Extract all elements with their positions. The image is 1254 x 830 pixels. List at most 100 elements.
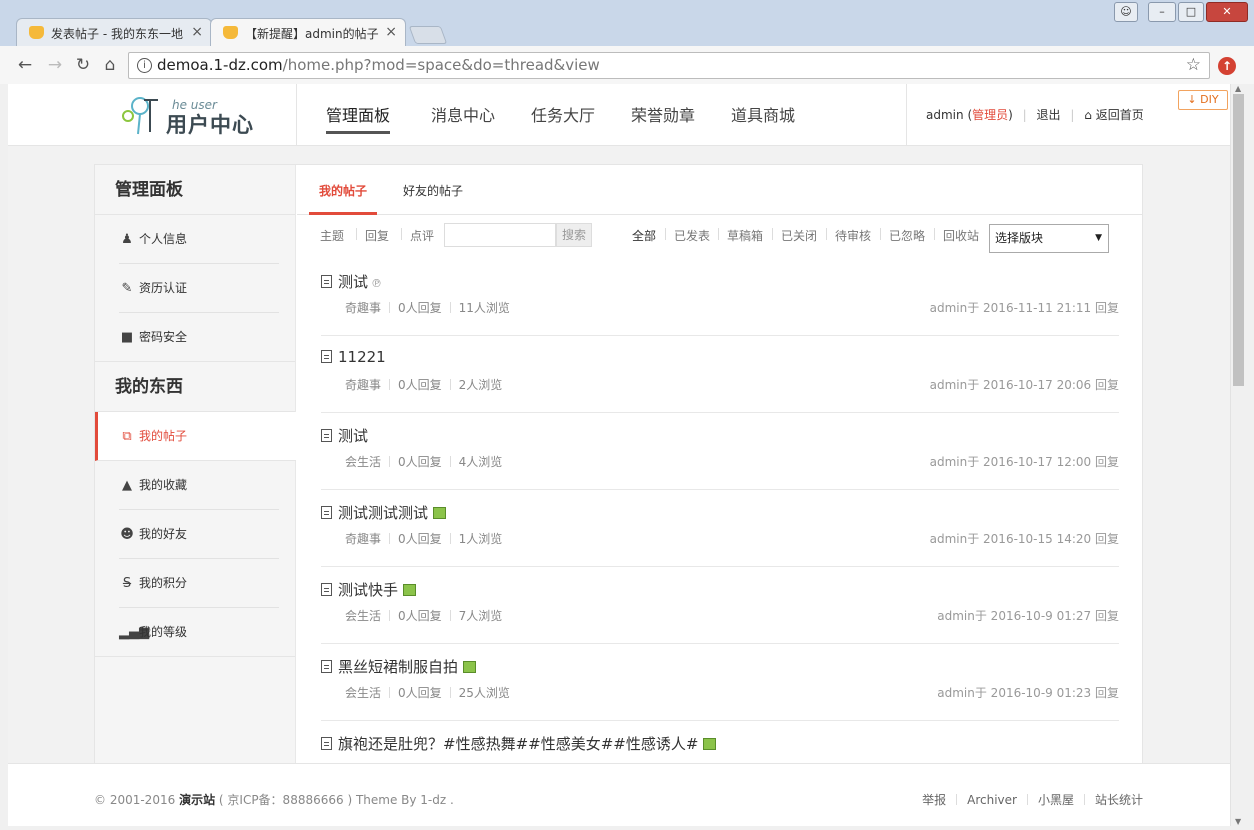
document-icon bbox=[321, 350, 332, 363]
tab-my-threads[interactable]: 我的帖子 bbox=[319, 182, 367, 199]
document-icon bbox=[321, 737, 332, 750]
new-tab-button[interactable] bbox=[408, 26, 448, 44]
sidebar-section-mystuff: 我的东西 bbox=[95, 362, 295, 412]
sidebar-item-password[interactable]: ■ 密码安全 bbox=[95, 313, 295, 362]
thread-title[interactable]: 旗袍还是肚兜？#性感热舞##性感美女##性感诱人# bbox=[321, 733, 717, 754]
search-input[interactable] bbox=[444, 223, 556, 247]
sidebar-item-friends[interactable]: ☻ 我的好友 bbox=[95, 510, 295, 559]
diy-button[interactable]: ↓ DIY bbox=[1178, 90, 1228, 110]
browser-tab-2[interactable]: 【新提醒】admin的帖子 × bbox=[210, 18, 406, 46]
thread-forum[interactable]: 奇趣事 bbox=[345, 532, 381, 546]
footer-link-report[interactable]: 举报 bbox=[922, 793, 946, 807]
close-tab-icon[interactable]: × bbox=[385, 24, 397, 40]
status-pending[interactable]: 待审核 bbox=[835, 227, 871, 244]
folder-open-icon: ▲ bbox=[122, 478, 132, 493]
filter-comment[interactable]: 点评 bbox=[410, 227, 434, 244]
thread-meta: 会生活 0人回复 4人浏览 bbox=[345, 455, 503, 469]
thread-row: 11221 奇趣事 0人回复 2人浏览 admin于 2016-10-17 20:0… bbox=[321, 336, 1119, 413]
scroll-down-icon[interactable]: ▼ bbox=[1235, 817, 1241, 826]
strike-icon: S̶ bbox=[122, 576, 132, 591]
filter-topic[interactable]: 主题 bbox=[320, 227, 344, 244]
thread-title[interactable]: 11221 bbox=[321, 348, 386, 366]
filter-reply[interactable]: 回复 bbox=[365, 227, 389, 244]
sidebar-item-level[interactable]: ▂▄▆我的等级 bbox=[95, 608, 295, 657]
thread-title[interactable]: 测试 bbox=[321, 425, 368, 446]
bookmark-star-icon[interactable]: ☆ bbox=[1186, 53, 1201, 78]
footer-link-archiver[interactable]: Archiver bbox=[967, 793, 1017, 807]
thread-title[interactable]: 测试快手 bbox=[321, 579, 417, 600]
thread-meta: 会生活 0人回复 25人浏览 bbox=[345, 686, 510, 700]
document-icon bbox=[321, 506, 332, 519]
thread-title[interactable]: 测试测试测试 bbox=[321, 502, 447, 523]
user-bar: admin (管理员) | 退出 | ⌂ 返回首页 bbox=[926, 108, 1144, 122]
filter-bar: 主题 回复 点评 搜索 全部 已发表 草稿箱 已关闭 待审核 已忽略 回收站 选… bbox=[297, 215, 1143, 259]
forward-icon[interactable]: → bbox=[44, 54, 66, 76]
thread-row: 黑丝短裙制服自拍 会生活 0人回复 25人浏览 admin于 2016-10-9 0… bbox=[321, 644, 1119, 721]
scroll-thumb[interactable] bbox=[1233, 94, 1244, 386]
close-tab-icon[interactable]: × bbox=[191, 24, 203, 40]
thread-last-reply[interactable]: admin于 2016-10-17 12:00 回复 bbox=[930, 453, 1119, 470]
nav-tasks[interactable]: 任务大厅 bbox=[531, 102, 595, 126]
browser-tab-1[interactable]: 发表帖子 - 我的东东一地 × bbox=[16, 18, 212, 46]
tab-title: 发表帖子 - 我的东东一地 bbox=[51, 27, 183, 41]
down-arrow-icon: ↓ bbox=[1187, 93, 1197, 106]
thread-forum[interactable]: 奇趣事 bbox=[345, 378, 381, 392]
document-icon bbox=[321, 429, 332, 442]
back-home-link[interactable]: 返回首页 bbox=[1096, 108, 1144, 122]
nav-messages[interactable]: 消息中心 bbox=[431, 102, 495, 126]
thread-last-reply[interactable]: admin于 2016-10-9 01:23 回复 bbox=[937, 684, 1119, 701]
scroll-up-icon[interactable]: ▲ bbox=[1235, 84, 1241, 93]
logo[interactable]: he user 用户中心 bbox=[116, 94, 276, 137]
sidebar-item-favorites[interactable]: ▲ 我的收藏 bbox=[95, 461, 295, 510]
nav-shop[interactable]: 道具商城 bbox=[731, 102, 795, 126]
status-closed[interactable]: 已关闭 bbox=[781, 227, 817, 244]
thread-last-reply[interactable]: admin于 2016-10-15 14:20 回复 bbox=[930, 530, 1119, 547]
minimize-button[interactable]: – bbox=[1148, 2, 1176, 22]
thread-forum[interactable]: 会生活 bbox=[345, 455, 381, 469]
thread-title[interactable]: 黑丝短裙制服自拍 bbox=[321, 656, 477, 677]
home-icon[interactable]: ⌂ bbox=[99, 54, 121, 76]
user-role[interactable]: 管理员 bbox=[972, 108, 1008, 122]
thread-last-reply[interactable]: admin于 2016-11-11 21:11 回复 bbox=[930, 299, 1119, 316]
address-bar[interactable]: i demoa.1-dz.com/home.php?mod=space&do=t… bbox=[128, 52, 1210, 79]
thread-row: 测试测试测试 奇趣事 0人回复 1人浏览 admin于 2016-10-15 14:… bbox=[321, 490, 1119, 567]
thread-meta: 奇趣事 0人回复 2人浏览 bbox=[345, 378, 503, 392]
thread-forum[interactable]: 会生活 bbox=[345, 609, 381, 623]
username-link[interactable]: admin bbox=[926, 108, 964, 122]
logout-link[interactable]: 退出 bbox=[1037, 108, 1061, 122]
status-all[interactable]: 全部 bbox=[632, 227, 656, 244]
status-trash[interactable]: 回收站 bbox=[943, 227, 979, 244]
status-ignored[interactable]: 已忽略 bbox=[889, 227, 925, 244]
page-scrollbar[interactable]: ▲ ▼ bbox=[1230, 84, 1246, 826]
thread-row: 测试 ℗ 奇趣事 0人回复 11人浏览 admin于 2016-11-11 21:11… bbox=[321, 259, 1119, 336]
status-drafts[interactable]: 草稿箱 bbox=[727, 227, 763, 244]
url-host: demoa.1-dz.com bbox=[157, 56, 283, 74]
back-icon[interactable]: ← bbox=[14, 54, 36, 76]
sidebar-item-certification[interactable]: ✎ 资历认证 bbox=[95, 264, 295, 313]
info-icon[interactable]: i bbox=[137, 58, 152, 73]
extension-icon[interactable]: ↑ bbox=[1218, 57, 1236, 75]
copy-icon: ⧉ bbox=[122, 429, 132, 444]
thread-title[interactable]: 测试 ℗ bbox=[321, 271, 382, 292]
forum-select[interactable]: 选择版块 ▼ bbox=[989, 224, 1109, 253]
reload-icon[interactable]: ↻ bbox=[72, 54, 94, 76]
thread-tabs: 我的帖子 好友的帖子 bbox=[297, 165, 1143, 215]
sidebar-item-credits[interactable]: S̶ 我的积分 bbox=[95, 559, 295, 608]
thread-forum[interactable]: 会生活 bbox=[345, 686, 381, 700]
close-window-button[interactable]: ✕ bbox=[1206, 2, 1248, 22]
footer-link-blacklist[interactable]: 小黑屋 bbox=[1038, 793, 1074, 807]
thread-last-reply[interactable]: admin于 2016-10-9 01:27 回复 bbox=[937, 607, 1119, 624]
nav-medals[interactable]: 荣誉勋章 bbox=[631, 102, 695, 126]
sidebar-item-my-threads[interactable]: ⧉ 我的帖子 bbox=[95, 412, 296, 461]
restore-button[interactable]: □ bbox=[1178, 2, 1204, 22]
footer-link-stats[interactable]: 站长统计 bbox=[1095, 793, 1143, 807]
sidebar-item-profile[interactable]: ♟ 个人信息 bbox=[95, 215, 295, 264]
thread-forum[interactable]: 奇趣事 bbox=[345, 301, 381, 315]
nav-dashboard[interactable]: 管理面板 bbox=[326, 102, 391, 134]
search-button[interactable]: 搜索 bbox=[556, 223, 592, 247]
site-name-link[interactable]: 演示站 bbox=[179, 793, 215, 807]
tab-friends-threads[interactable]: 好友的帖子 bbox=[403, 182, 463, 199]
status-published[interactable]: 已发表 bbox=[674, 227, 710, 244]
profile-button[interactable]: ☺ bbox=[1114, 2, 1138, 22]
thread-last-reply[interactable]: admin于 2016-10-17 20:06 回复 bbox=[930, 376, 1119, 393]
